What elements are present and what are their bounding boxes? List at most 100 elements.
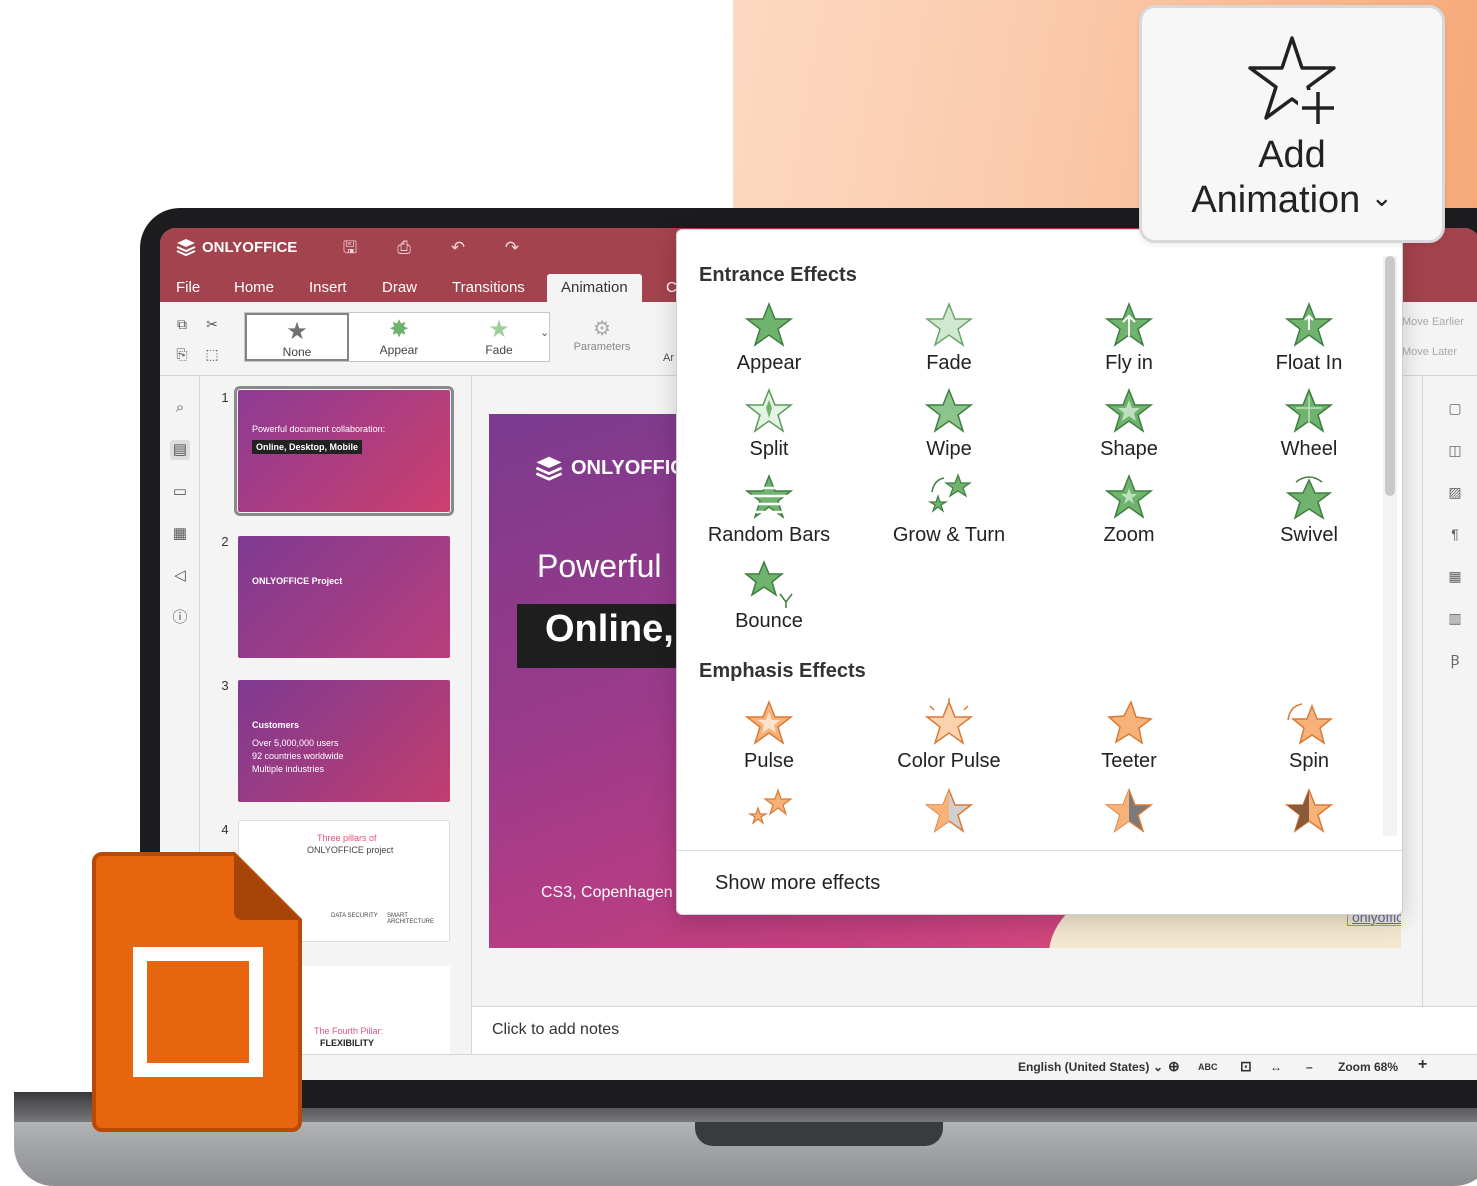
effect-grow-shrink[interactable]: [679, 786, 859, 836]
gallery-label: Fade: [485, 343, 513, 357]
table-icon[interactable]: ▦: [1445, 566, 1465, 586]
effect-lighten[interactable]: [1219, 786, 1399, 836]
spellcheck-icon[interactable]: ABC: [1198, 1062, 1218, 1072]
gallery-item-fade[interactable]: ★ Fade: [449, 313, 549, 361]
slide-heading[interactable]: Powerful: [537, 548, 662, 585]
print-icon[interactable]: ⎙: [392, 236, 416, 260]
slide-thumb-1[interactable]: Powerful document collaboration: Online,…: [234, 386, 454, 516]
effect-desaturate[interactable]: [859, 786, 1039, 836]
add-animation-line2: Animation ⌄: [1142, 176, 1442, 221]
effect-grow-turn[interactable]: Grow & Turn: [859, 472, 1039, 547]
slide-logo: ONLYOFFIC: [535, 454, 685, 482]
effect-pulse[interactable]: Pulse: [679, 698, 859, 773]
slides-icon[interactable]: ▤: [170, 440, 190, 460]
text-art-icon[interactable]: Ꞵ: [1445, 650, 1465, 670]
move-later-button[interactable]: Move Later: [1402, 346, 1457, 358]
globe-icon[interactable]: ⊕: [1168, 1058, 1180, 1075]
thumb-subtitle: ONLYOFFICE project: [307, 845, 394, 855]
tab-animation[interactable]: Animation: [547, 274, 642, 302]
shape-settings-icon[interactable]: ◫: [1445, 440, 1465, 460]
effect-wheel[interactable]: Wheel: [1219, 386, 1399, 461]
undo-icon[interactable]: ↶: [446, 236, 470, 260]
chevron-down-icon[interactable]: ⌄: [1153, 1060, 1163, 1074]
presentation-file-icon: [92, 850, 304, 1132]
fit-slide-icon[interactable]: ⊡: [1240, 1058, 1252, 1075]
star-spin-icon: [1287, 703, 1334, 745]
slide-thumb-3[interactable]: Customers Over 5,000,000 users 92 countr…: [238, 680, 450, 802]
effect-bounce[interactable]: Bounce: [679, 558, 859, 633]
tab-file[interactable]: File: [162, 274, 214, 302]
slide-footer[interactable]: CS3, Copenhagen: [541, 884, 673, 902]
chart-icon[interactable]: ▥: [1445, 608, 1465, 628]
effect-color-pulse[interactable]: Color Pulse: [859, 698, 1039, 773]
save-icon[interactable]: 🖫: [338, 236, 362, 260]
zoom-in-button[interactable]: +: [1418, 1056, 1427, 1074]
redo-icon[interactable]: ↷: [500, 236, 524, 260]
thumb-number: 3: [221, 678, 229, 693]
effect-fade[interactable]: Fade: [859, 300, 1039, 375]
info-icon[interactable]: ⓘ: [170, 608, 190, 628]
effect-float-in[interactable]: Float In: [1219, 300, 1399, 375]
parameters-button[interactable]: ⚙ Parameters: [566, 316, 638, 353]
popup-divider: [677, 850, 1402, 851]
effect-zoom[interactable]: Zoom: [1039, 472, 1219, 547]
comments-icon[interactable]: ▭: [170, 482, 190, 502]
effect-split[interactable]: Split: [679, 386, 859, 461]
gallery-item-appear[interactable]: ✸ Appear: [349, 313, 449, 361]
thumb-title: Powerful document collaboration:: [252, 424, 386, 434]
chevron-down-icon: ⌄: [1370, 182, 1393, 212]
star-green-light-icon: ★: [488, 316, 510, 343]
star-teeter-icon: [1107, 700, 1153, 745]
brand-logo: ONLYOFFICE: [176, 237, 297, 257]
effect-random-bars[interactable]: Random Bars: [679, 472, 859, 547]
popup-scroll-thumb[interactable]: [1385, 256, 1395, 496]
notes-area[interactable]: Click to add notes: [472, 1006, 1477, 1054]
animation-effects-popup: Entrance Effects Appear Fade Fly in Floa…: [676, 229, 1403, 915]
star-wipe-icon: [924, 387, 974, 433]
gallery-expand-icon[interactable]: ⌄: [540, 326, 549, 339]
effect-wipe[interactable]: Wipe: [859, 386, 1039, 461]
cut-icon[interactable]: ✂: [202, 314, 222, 334]
paste-icon[interactable]: ⎘: [172, 344, 192, 364]
effect-label: Wheel: [1280, 438, 1338, 460]
language-selector[interactable]: English (United States): [1018, 1060, 1149, 1074]
search-icon[interactable]: ⌕: [170, 398, 190, 418]
tab-draw[interactable]: Draw: [368, 274, 431, 302]
effect-label: Float In: [1275, 352, 1343, 374]
copy-icon[interactable]: ⧉: [172, 314, 192, 334]
thumb-number: 1: [221, 390, 229, 405]
zoom-out-button[interactable]: –: [1306, 1060, 1313, 1074]
show-more-effects-button[interactable]: Show more effects: [715, 872, 880, 895]
effect-label: Swivel: [1280, 524, 1338, 546]
effect-spin[interactable]: Spin: [1219, 698, 1399, 773]
slide-logo-text: ONLYOFFIC: [571, 456, 685, 479]
image-settings-icon[interactable]: ▨: [1445, 482, 1465, 502]
tab-insert[interactable]: Insert: [295, 274, 361, 302]
effect-label: Wipe: [926, 438, 972, 460]
select-icon[interactable]: ⬚: [202, 344, 222, 364]
move-earlier-button[interactable]: Move Earlier: [1402, 316, 1464, 328]
tab-home[interactable]: Home: [220, 274, 288, 302]
fit-width-icon[interactable]: ↔: [1270, 1060, 1282, 1074]
gallery-item-none[interactable]: ★ None: [245, 313, 349, 361]
effect-swivel[interactable]: Swivel: [1219, 472, 1399, 547]
effect-appear[interactable]: Appear: [679, 300, 859, 375]
slide-settings-icon[interactable]: ▢: [1445, 398, 1465, 418]
add-animation-button[interactable]: Add Animation ⌄: [1139, 5, 1445, 243]
thumb-subtitle: FLEXIBILITY: [320, 1038, 374, 1048]
star-shape-icon: [1104, 387, 1154, 433]
paragraph-icon[interactable]: ¶: [1445, 524, 1465, 544]
effect-fly-in[interactable]: Fly in: [1039, 300, 1219, 375]
star-random-bars-icon: [744, 473, 794, 519]
star-desaturate-icon: [924, 787, 974, 833]
tab-transitions[interactable]: Transitions: [438, 274, 539, 302]
effect-teeter[interactable]: Teeter: [1039, 698, 1219, 773]
feedback-icon[interactable]: ◁: [170, 566, 190, 586]
notes-placeholder: Click to add notes: [492, 1021, 620, 1038]
thumb-line: Multiple industries: [252, 764, 325, 774]
slide-thumb-2[interactable]: ONLYOFFICE Project: [238, 536, 450, 658]
star-plus-icon: [1248, 36, 1338, 126]
chat-icon[interactable]: ▦: [170, 524, 190, 544]
effect-shape[interactable]: Shape: [1039, 386, 1219, 461]
effect-darken[interactable]: [1039, 786, 1219, 836]
